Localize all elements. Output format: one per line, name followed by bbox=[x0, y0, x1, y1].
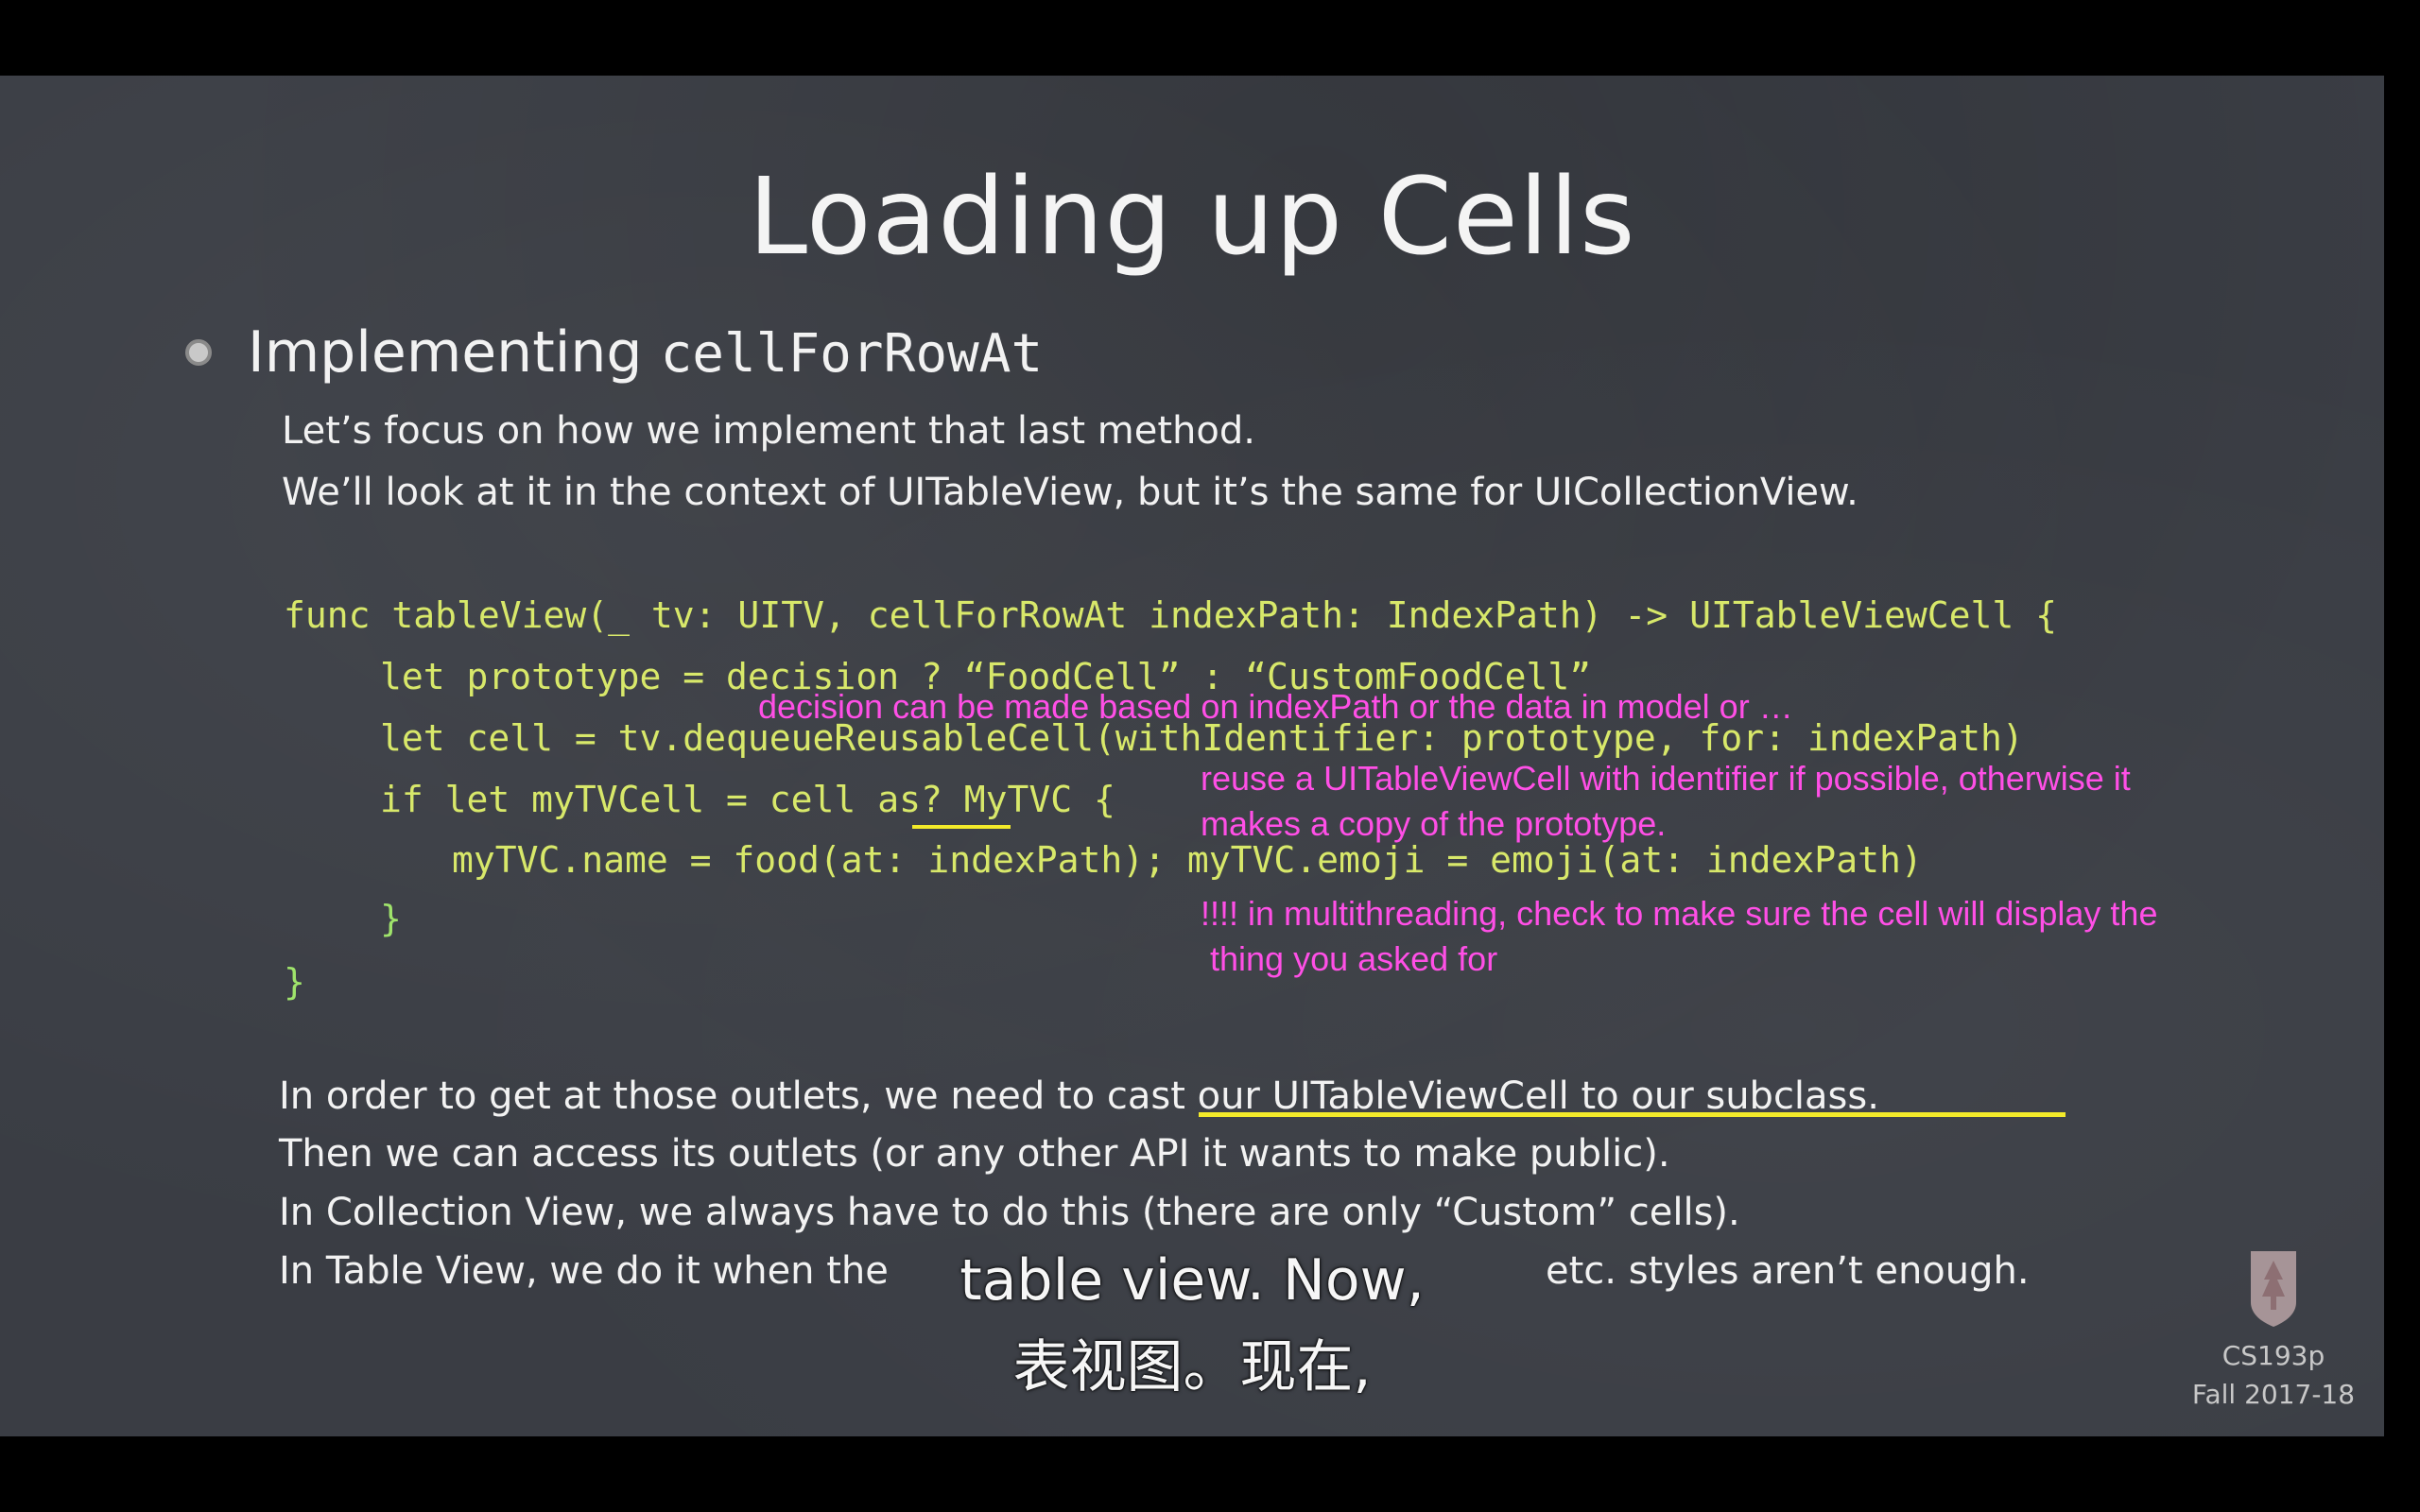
slide-title: Loading up Cells bbox=[748, 156, 1636, 279]
bullet-code: cellForRowAt bbox=[660, 323, 1044, 385]
code-line-4: if let myTVCell = cell as? MyTVC { bbox=[380, 779, 1115, 820]
annotation-multithreading-2: thing you asked for bbox=[1201, 939, 1498, 978]
lecture-slide: Loading up Cells Implementing cellForRow… bbox=[0, 76, 2384, 1436]
outro-line-1-prefix: In order to get at those outlets, we nee… bbox=[279, 1074, 1107, 1118]
annotation-decision: decision can be made based on indexPath … bbox=[758, 687, 1793, 726]
as-underline bbox=[912, 825, 1011, 829]
annotation-reuse-1: reuse a UITableViewCell with identifier … bbox=[1201, 759, 2131, 798]
outro-line-3: In Collection View, we always have to do… bbox=[279, 1191, 1740, 1234]
code-line-7: } bbox=[284, 961, 305, 1003]
code-line-6: } bbox=[380, 898, 402, 939]
intro-line-1: Let’s focus on how we implement that las… bbox=[282, 409, 1255, 453]
annotation-reuse-2: makes a copy of the prototype. bbox=[1201, 804, 1667, 843]
code-line-1: func tableView(_ tv: UITV, cellForRowAt … bbox=[284, 594, 2057, 636]
code-line-5: myTVC.name = food(at: indexPath); myTVC.… bbox=[452, 839, 1923, 881]
intro-line-2: We’ll look at it in the context of UITab… bbox=[282, 471, 1858, 514]
bullet-heading: Implementing cellForRowAt bbox=[185, 319, 1043, 386]
annotation-multithreading-1: !!!! in multithreading, check to make su… bbox=[1201, 894, 2158, 933]
subtitle-chinese: 表视图。现在, bbox=[1012, 1334, 1372, 1400]
subtitle-english: table view. Now, bbox=[959, 1247, 1425, 1314]
bullet-icon bbox=[185, 339, 212, 366]
outro-line-2: Then we can access its outlets (or any o… bbox=[279, 1132, 1670, 1176]
bullet-label: Implementing bbox=[248, 319, 643, 386]
cast-underline bbox=[1199, 1112, 2066, 1117]
